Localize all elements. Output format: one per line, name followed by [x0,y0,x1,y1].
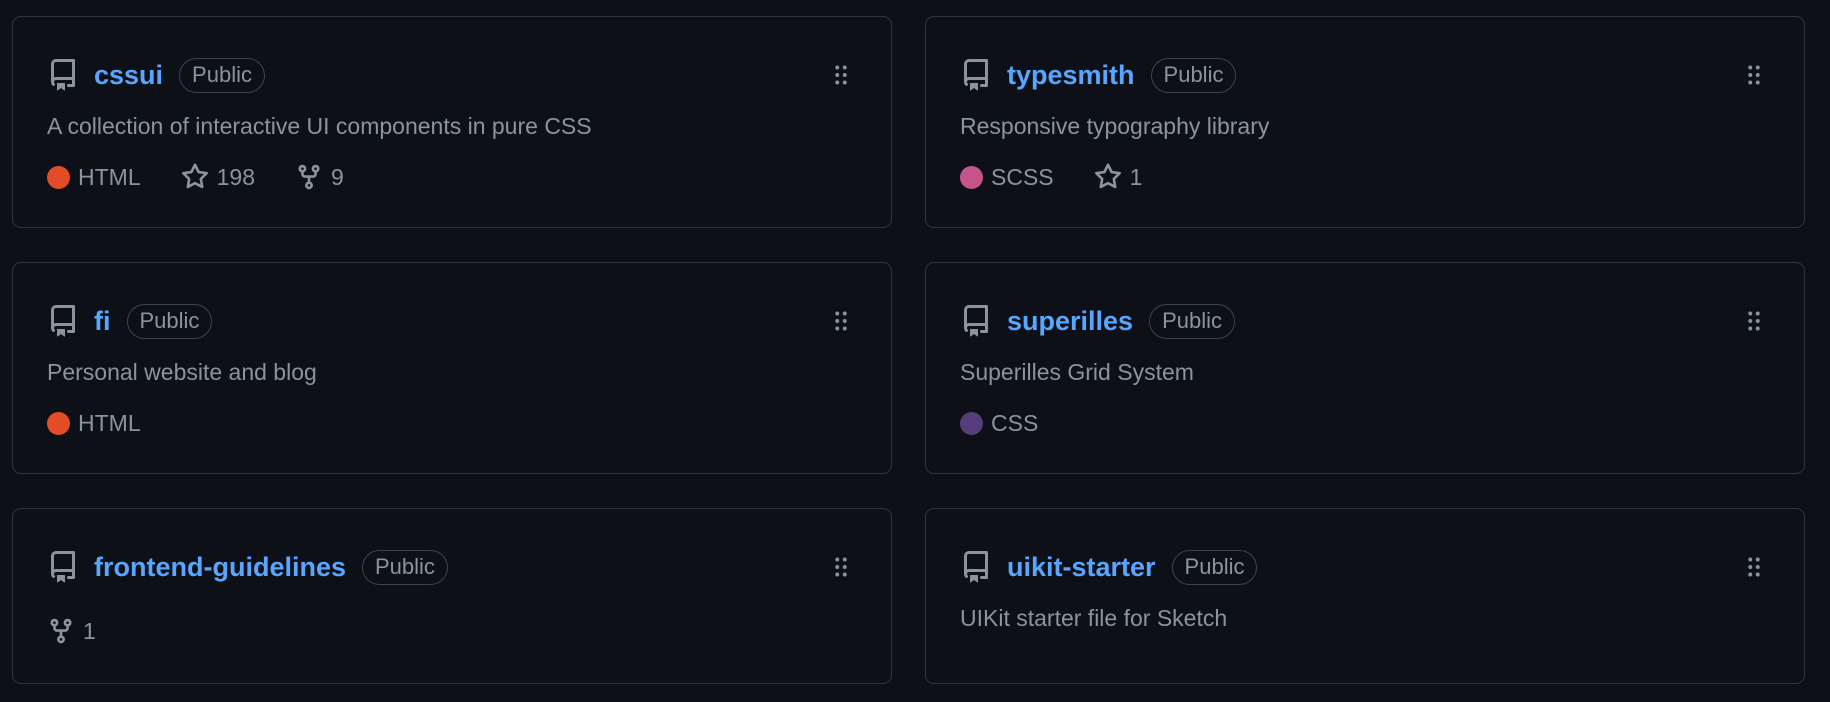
repo-icon [960,59,992,91]
star-icon [1094,163,1121,189]
repo-description: UIKit starter file for Sketch [960,605,1228,631]
stars-link[interactable]: 198 [181,163,255,191]
repo-card-header: fi Public [47,301,213,341]
repo-card-header: superilles Public [960,301,1235,341]
grabber-icon[interactable] [1744,63,1764,87]
stars-count: 1 [1129,163,1143,190]
language-color-dot [47,411,70,435]
repo-card-fi: fi Public Personal website and blog HTML [12,262,892,474]
repo-name-link[interactable]: frontend-guidelines [94,552,346,583]
pinned-repositories-grid: cssui Public A collection of interactive… [12,16,1805,684]
language-color-dot [960,165,983,189]
repo-card-uikit-starter: uikit-starter Public UIKit starter file … [925,508,1805,684]
repo-description: Responsive typography library [960,113,1270,139]
visibility-badge: Public [1150,57,1237,93]
language-name: CSS [991,409,1039,436]
star-icon [181,163,208,189]
visibility-badge: Public [179,57,265,93]
repo-icon [47,551,79,583]
repo-card-superilles: superilles Public Superilles Grid System… [925,262,1805,474]
repo-card-typesmith: typesmith Public Responsive typography l… [925,16,1805,228]
repo-description: Personal website and blog [47,359,317,385]
repo-card-header: cssui Public [47,55,265,95]
forks-link[interactable]: 1 [47,617,96,645]
fork-icon [50,618,72,644]
stars-count: 198 [216,163,255,190]
visibility-badge: Public [1171,549,1258,585]
repo-meta: HTML 198 9 [47,159,384,195]
repo-language: CSS [960,410,1038,437]
repo-card-header: frontend-guidelines Public [47,547,448,587]
repo-name-link[interactable]: superilles [1007,306,1133,337]
grabber-icon[interactable] [831,63,851,87]
language-name: HTML [78,409,141,436]
repo-icon [47,305,79,337]
repo-icon [47,59,79,91]
repo-card-frontend-guidelines: frontend-guidelines Public 1 [12,508,892,684]
visibility-badge: Public [126,303,213,339]
repo-card-header: uikit-starter Public [960,547,1258,587]
language-color-dot [47,165,70,189]
repo-meta: CSS [960,405,1078,441]
repo-meta: 1 [47,613,136,649]
repo-language: HTML [47,410,141,437]
repo-description: Superilles Grid System [960,359,1194,385]
repo-name-link[interactable]: typesmith [1007,60,1135,91]
grabber-icon[interactable] [831,555,851,579]
repo-meta: SCSS 1 [960,159,1182,195]
language-name: HTML [78,163,141,190]
stars-link[interactable]: 1 [1094,163,1143,191]
forks-count: 9 [331,163,344,190]
repo-language: SCSS [960,164,1054,191]
visibility-badge: Public [1149,303,1235,339]
forks-link[interactable]: 9 [295,163,344,191]
repo-card-cssui: cssui Public A collection of interactive… [12,16,892,228]
grabber-icon[interactable] [1744,309,1764,333]
visibility-badge: Public [362,549,448,585]
repo-name-link[interactable]: uikit-starter [1007,552,1156,583]
repo-language: HTML [47,164,141,191]
repo-description: A collection of interactive UI component… [47,113,592,139]
repo-card-header: typesmith Public [960,55,1237,95]
repo-meta: HTML [47,405,181,441]
language-name: SCSS [991,163,1054,190]
language-color-dot [960,411,983,435]
repo-icon [960,551,992,583]
repo-icon [960,305,992,337]
fork-icon [298,164,320,190]
forks-count: 1 [83,617,96,644]
repo-name-link[interactable]: cssui [94,60,163,91]
repo-name-link[interactable]: fi [94,306,111,337]
grabber-icon[interactable] [1744,555,1764,579]
grabber-icon[interactable] [831,309,851,333]
